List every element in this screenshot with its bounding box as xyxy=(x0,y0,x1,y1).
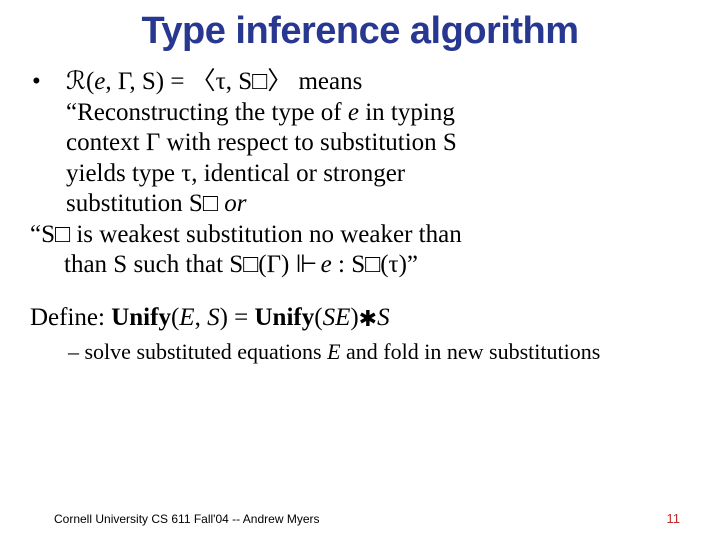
bullet-text: ℛ(e, Γ, S) = 〈τ, S□〉 means “Reconstructi… xyxy=(66,67,690,220)
text-emph: S xyxy=(207,304,220,331)
text-emph: e xyxy=(348,99,359,126)
text-fragment: yields type τ, identical or stronger xyxy=(66,160,405,187)
bullet-continuation: “S□ is weakest substitution no weaker th… xyxy=(30,220,690,281)
slide: Type inference algorithm • ℛ(e, Γ, S) = … xyxy=(0,0,720,540)
text-emph: SE xyxy=(323,304,351,331)
text-fragment: solve substituted equations xyxy=(85,339,328,364)
text-fragment: Define: xyxy=(30,304,111,331)
text-emph: E xyxy=(179,304,194,331)
sub-bullet: – solve substituted equations E and fold… xyxy=(30,339,690,366)
text-emph: or xyxy=(224,190,246,217)
text-fragment: ( xyxy=(314,304,322,331)
text-fragment: , xyxy=(195,304,208,331)
text-fragment: S□(Γ) xyxy=(229,251,295,278)
text-fragment: ) xyxy=(350,304,358,331)
text-fragment: context Γ with respect to substitution S xyxy=(66,129,457,156)
text-bold: Unify xyxy=(111,304,171,331)
text-emph: E xyxy=(327,339,340,364)
text-fragment: in typing xyxy=(359,99,455,126)
compose-symbol: ✱ xyxy=(359,306,377,331)
turnstile-symbol: ⊩ xyxy=(296,251,315,278)
text-fragment: ” xyxy=(407,251,418,278)
dash-marker: – xyxy=(68,339,85,364)
text-fragment: ℛ( xyxy=(66,68,94,95)
text-emph: e xyxy=(314,251,331,278)
text-fragment: than S such that xyxy=(64,251,229,278)
text-emph: S xyxy=(377,304,390,331)
text-emph: e xyxy=(94,68,105,95)
footer: Cornell University CS 611 Fall'04 -- And… xyxy=(0,511,720,526)
text-indent: than S such that S□(Γ) ⊩ e : S□(τ)” xyxy=(30,251,418,278)
text-fragment: and fold in new substitutions xyxy=(341,339,601,364)
text-fragment: substitution S□ xyxy=(66,190,224,217)
define-line: Define: Unify(E, S) = Unify(SE)✱S xyxy=(30,303,690,334)
page-number: 11 xyxy=(667,511,681,526)
bullet-marker: • xyxy=(30,67,66,220)
slide-body: • ℛ(e, Γ, S) = 〈τ, S□〉 means “Reconstruc… xyxy=(30,67,690,366)
bullet-item: • ℛ(e, Γ, S) = 〈τ, S□〉 means “Reconstruc… xyxy=(30,67,690,220)
slide-title: Type inference algorithm xyxy=(30,10,690,53)
text-fragment: , Γ, S) = 〈τ, S□〉 means xyxy=(105,68,362,95)
text-fragment: “S□ is weakest substitution no weaker th… xyxy=(30,221,462,248)
text-bold: Unify xyxy=(255,304,315,331)
text-fragment: ) = xyxy=(220,304,255,331)
text-fragment: “Reconstructing the type of xyxy=(66,99,348,126)
text-fragment: : S□(τ) xyxy=(332,251,407,278)
footer-attribution: Cornell University CS 611 Fall'04 -- And… xyxy=(54,512,320,526)
